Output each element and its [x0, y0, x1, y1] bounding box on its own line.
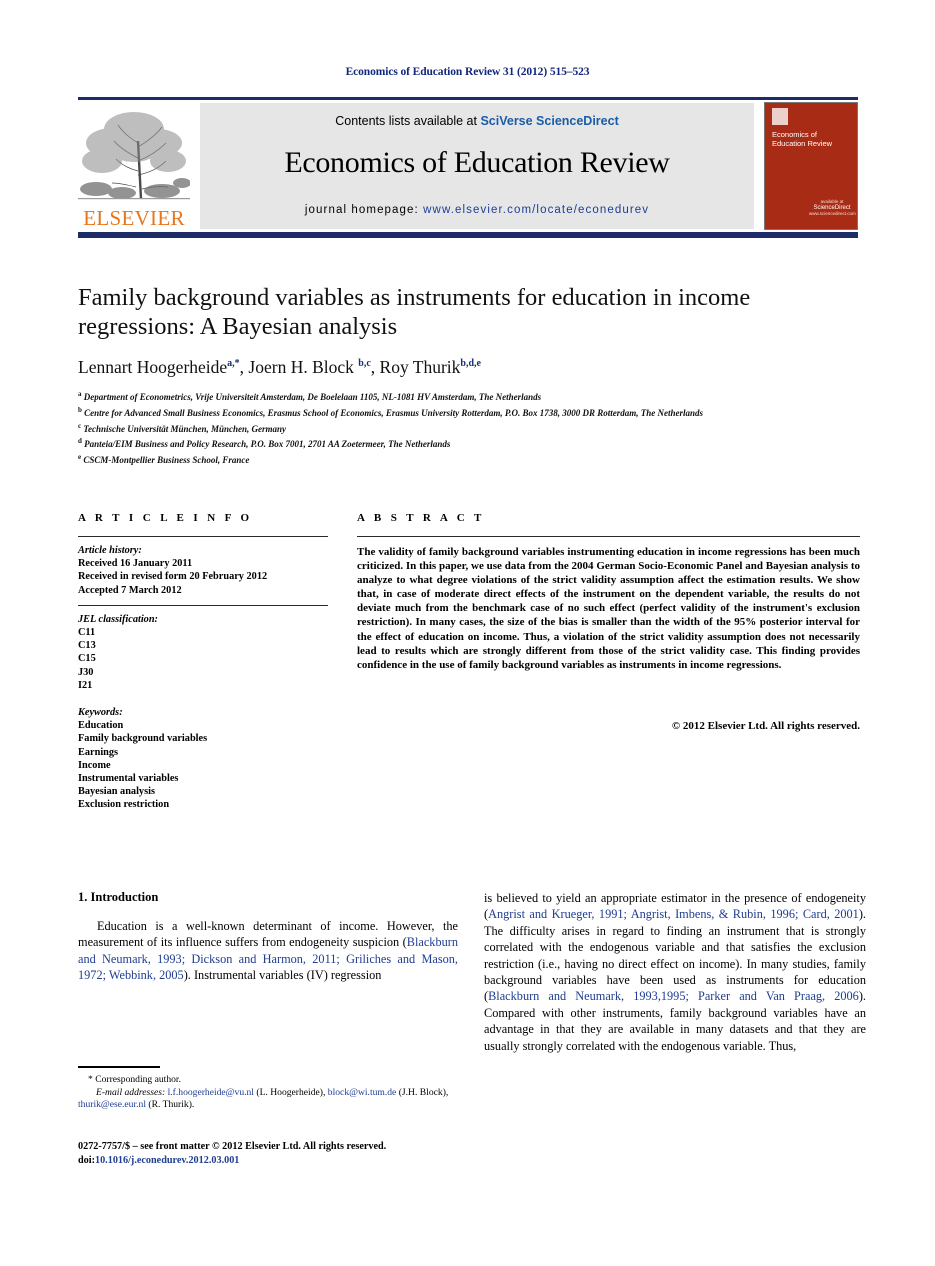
running-head: Economics of Education Review 31 (2012) …: [345, 66, 590, 78]
keyword-item: Earnings: [78, 746, 119, 758]
abstract-heading: A B S T R A C T: [357, 512, 485, 524]
jel-item: C15: [78, 653, 96, 665]
banner-top-rule: [78, 97, 858, 100]
email-link[interactable]: l.f.hoogerheide@vu.nl: [168, 1087, 254, 1098]
journal-banner: ELSEVIER Contents lists available at Sci…: [78, 97, 858, 238]
abstract-heading-rule: [357, 536, 860, 537]
elsevier-tree-icon: [78, 112, 191, 200]
journal-title: Economics of Education Review: [284, 146, 670, 179]
intro-paragraph-right: is believed to yield an appropriate esti…: [484, 890, 866, 1054]
intro-paragraph-left: Education is a well-known determinant of…: [78, 918, 458, 984]
affiliation-item: b Centre for Advanced Small Business Eco…: [78, 405, 703, 418]
body-column-left: Education is a well-known determinant of…: [78, 918, 458, 984]
article-history-item: Received 16 January 2011: [78, 558, 193, 570]
email-addresses-label: E-mail addresses:: [96, 1086, 166, 1098]
corresponding-author-note: * Corresponding author.: [88, 1074, 181, 1085]
affiliation-item: a Department of Econometrics, Vrije Univ…: [78, 390, 542, 402]
banner-bottom-rule: [78, 232, 858, 238]
article-history-item: Received in revised form 20 February 201…: [78, 571, 268, 583]
keyword-item: Education: [78, 720, 124, 732]
affiliation-item: d Panteia/EIM Business and Policy Resear…: [78, 437, 451, 450]
doi-link[interactable]: 10.1016/j.econedurev.2012.03.001: [95, 1155, 239, 1166]
email-link[interactable]: block@wi.tum.de: [328, 1087, 397, 1098]
intro-left-text-a: Education is a well-known determinant of…: [78, 919, 458, 950]
cover-sd-small: available at: [820, 199, 844, 204]
article-info-heading: A R T I C L E I N F O: [78, 512, 253, 524]
keyword-item: Exclusion restriction: [78, 799, 170, 811]
email-owner: (J.H. Block),: [396, 1086, 449, 1098]
cover-elsevier-mark-icon: [772, 108, 788, 125]
keywords-block: Keywords: Education Family background var…: [78, 706, 328, 812]
sciencedirect-link[interactable]: SciVerse ScienceDirect: [480, 114, 618, 128]
affiliation-item: c Technische Universität München, Münche…: [78, 421, 287, 434]
keyword-item: Income: [78, 759, 111, 771]
keywords-label: Keywords:: [78, 707, 123, 719]
page-title: Family background variables as instrumen…: [78, 284, 751, 340]
imprint-block: 0272-7757/$ – see front matter © 2012 El…: [78, 1140, 460, 1167]
elsevier-wordmark: ELSEVIER: [83, 206, 185, 230]
cover-journal-title: Economics of Education Review: [772, 130, 833, 148]
keyword-item: Instrumental variables: [78, 773, 179, 785]
paper-page: Economics of Education Review 31 (2012) …: [0, 0, 935, 1266]
cover-sd-foot: www.sciencedirect.com: [809, 211, 856, 216]
intro-left-text-b: ). Instrumental variables (IV) regressio…: [183, 968, 382, 983]
issn-line: 0272-7757/$ – see front matter © 2012 El…: [78, 1141, 387, 1152]
homepage-prefix: journal homepage:: [304, 204, 424, 216]
info-gap: [78, 692, 328, 706]
jel-item: I21: [78, 679, 93, 691]
info-separator-rule: [78, 604, 328, 606]
jel-classification-block: JEL classification: C11 C13 C15 J30 I21: [78, 613, 328, 692]
article-history-label: Article history:: [78, 545, 142, 556]
cover-sciencedirect-mark: available at ScienceDirect www.sciencedi…: [809, 199, 856, 217]
article-info-column: Article history: Received 16 January 201…: [78, 544, 328, 812]
article-history-block: Article history: Received 16 January 201…: [78, 544, 328, 597]
keyword-item: Family background variables: [78, 733, 208, 745]
elsevier-logo: ELSEVIER: [78, 103, 191, 230]
journal-homepage-link[interactable]: www.elsevier.com/locate/econedurev: [423, 204, 649, 216]
email-link[interactable]: thurik@ese.eur.nl: [78, 1099, 146, 1110]
affiliation-item: e CSCM-Montpellier Business School, Fran…: [78, 453, 250, 466]
keyword-item: Bayesian analysis: [78, 786, 155, 798]
body-column-right: is believed to yield an appropriate esti…: [484, 890, 866, 1054]
contents-prefix: Contents lists available at: [335, 114, 481, 128]
keyword-items: Education Family background variables Earn…: [78, 719, 328, 811]
email-owner: (L. Hoogerheide),: [253, 1086, 326, 1098]
abstract-copyright: © 2012 Elsevier Ltd. All rights reserved…: [671, 720, 860, 732]
article-history-item: Accepted 7 March 2012: [78, 584, 182, 596]
jel-item: C11: [78, 627, 96, 639]
jel-item: C13: [78, 640, 96, 652]
email-addresses-line: E-mail addresses: l.f.hoogerheide@vu.nl …: [78, 1087, 460, 1112]
contents-available-line: Contents lists available at SciVerse Sci…: [200, 114, 754, 128]
journal-banner-center: Contents lists available at SciVerse Sci…: [200, 103, 754, 229]
journal-cover-thumbnail[interactable]: Economics of Education Review available …: [764, 102, 858, 230]
email-owner: (R. Thurik).: [145, 1099, 195, 1111]
article-history-items: Received 16 January 2011 Received in revi…: [78, 557, 328, 597]
jel-item: J30: [78, 666, 94, 678]
section-heading-introduction: 1. Introduction: [78, 890, 159, 904]
doi-label: doi:: [78, 1154, 95, 1166]
affiliation-list: a Department of Econometrics, Vrije Univ…: [78, 388, 868, 467]
doi-line: doi:10.1016/j.econedurev.2012.03.001: [78, 1154, 460, 1168]
author-list: Lennart Hoogerheidea,*, Joern H. Block b…: [78, 357, 481, 377]
intro-right-citations-1[interactable]: Angrist and Krueger, 1991; Angrist, Imbe…: [488, 907, 859, 921]
intro-right-citations-2[interactable]: Blackburn and Neumark, 1993,1995; Parker…: [488, 989, 859, 1003]
footnote-rule: [78, 1066, 160, 1068]
info-heading-rule: [78, 536, 328, 537]
journal-homepage-line: journal homepage: www.elsevier.com/locat…: [200, 204, 754, 216]
abstract-text: The validity of family background variab…: [357, 546, 860, 671]
jel-label: JEL classification:: [78, 613, 158, 625]
jel-items: C11 C13 C15 J30 I21: [78, 626, 328, 692]
footnote-block: * Corresponding author. E-mail addresses…: [78, 1074, 460, 1112]
